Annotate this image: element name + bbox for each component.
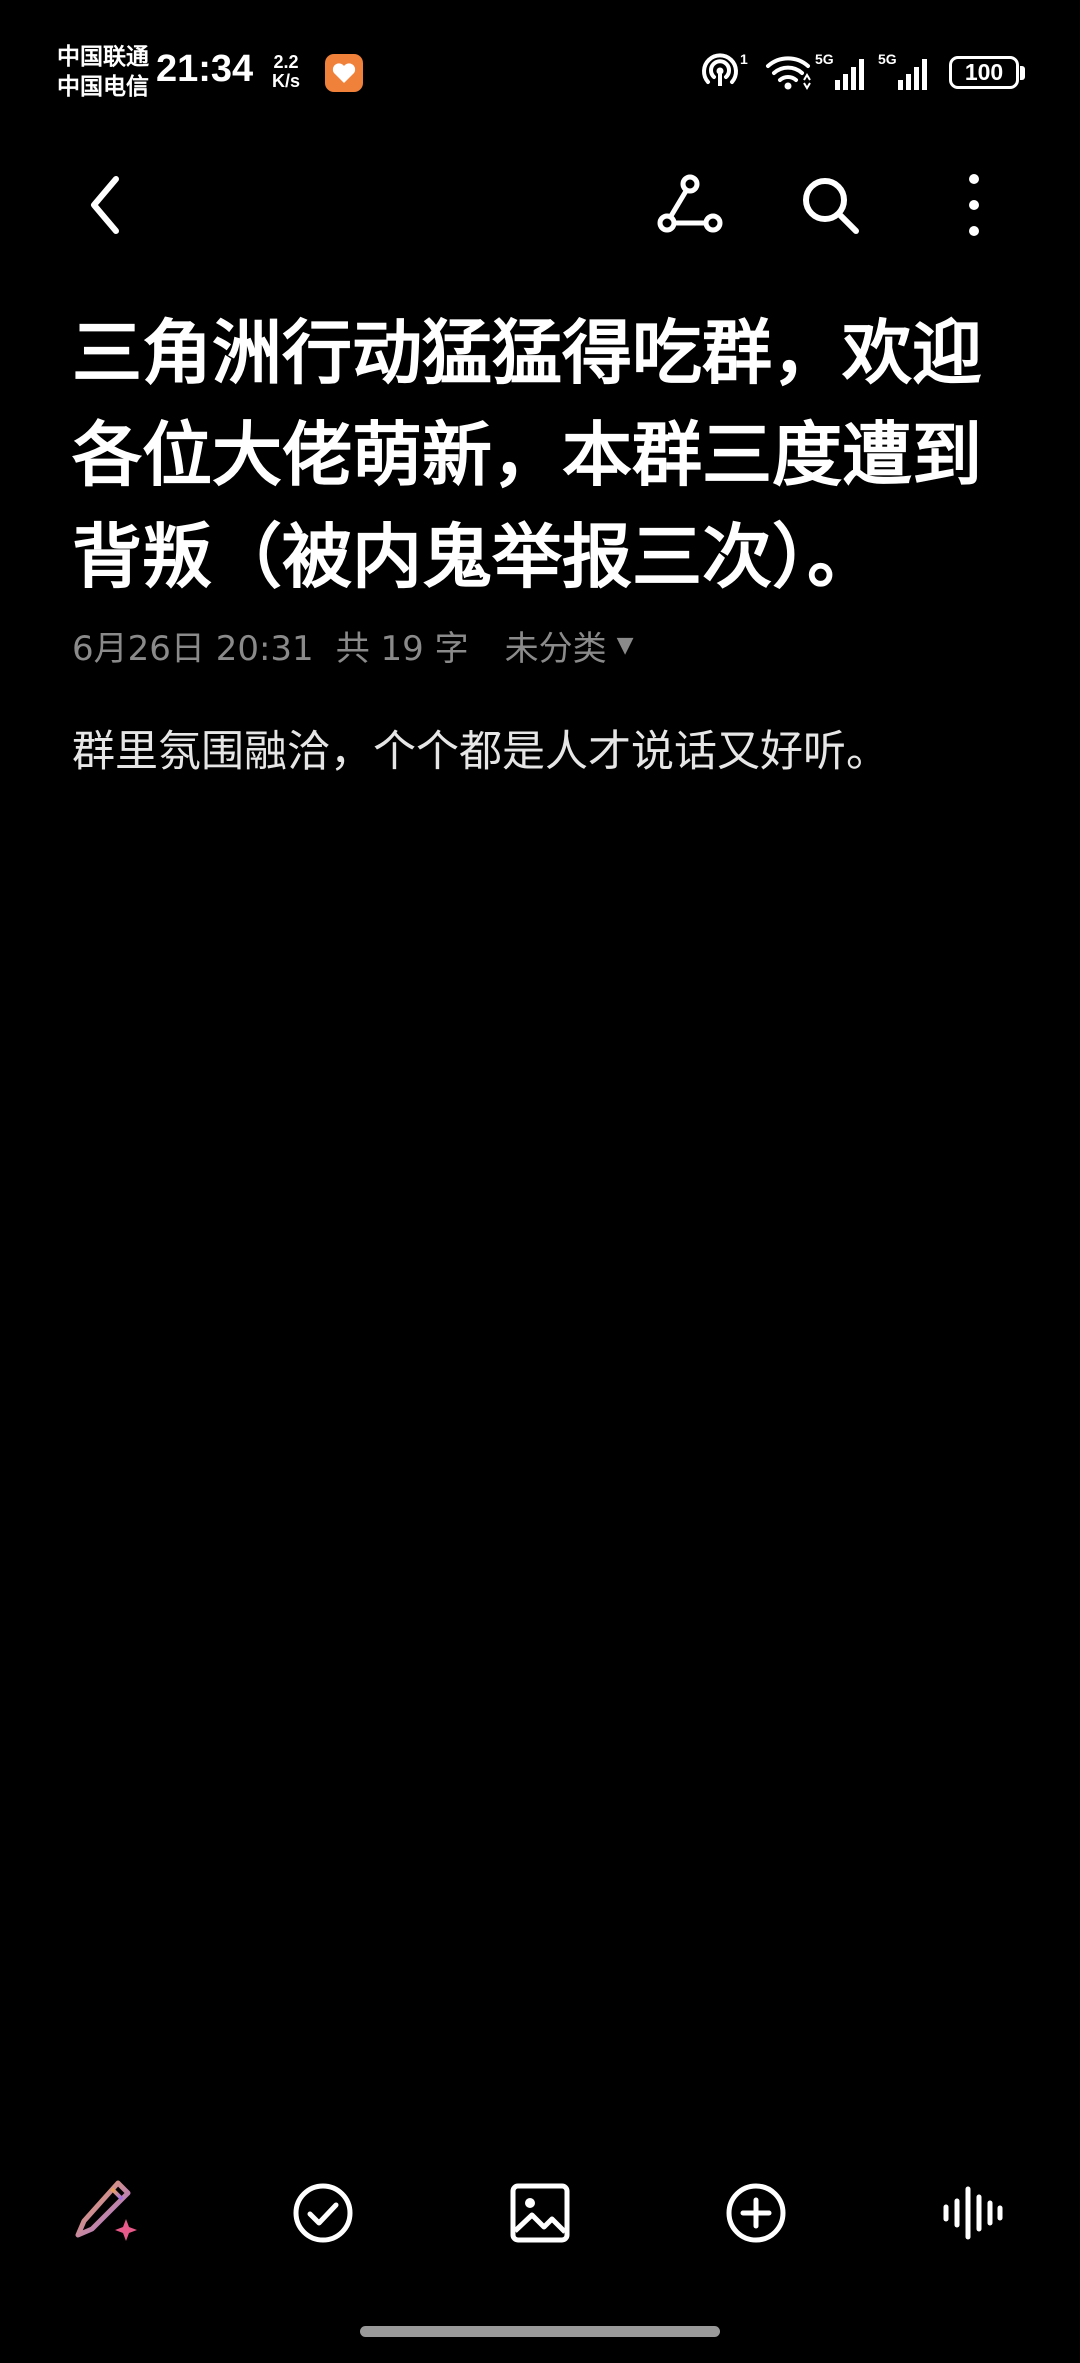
wifi-icon: [766, 56, 811, 90]
status-clock: 21:34: [156, 48, 254, 90]
carrier-1: 中国联通: [57, 44, 149, 70]
network-speed-value: 2.2: [273, 52, 299, 72]
home-indicator[interactable]: [360, 2326, 720, 2337]
caret-down-icon: ▼: [616, 632, 634, 658]
word-count: 共 19 字: [335, 628, 469, 669]
note-title[interactable]: 三角洲行动猛猛得吃群，欢迎各位大佬萌新，本群三度遭到背叛（被内鬼举报三次）。: [72, 302, 1012, 608]
insert-image-button[interactable]: [502, 2175, 578, 2251]
status-bar: 中国联通 中国电信 21:34 2.2 K/s 1 5G 5G 100: [0, 0, 1080, 140]
note-body[interactable]: 群里氛围融洽，个个都是人才说话又好听。: [72, 722, 1012, 782]
category-label: 未分类: [504, 628, 607, 669]
share-button[interactable]: [650, 165, 730, 245]
network-speed-unit: K/s: [272, 71, 301, 91]
hotspot-count: 1: [740, 51, 748, 67]
search-icon: [803, 178, 859, 234]
add-button[interactable]: [718, 2175, 794, 2251]
back-button[interactable]: [66, 165, 146, 245]
back-arrow-icon: [91, 176, 119, 234]
ai-pen-button[interactable]: [70, 2175, 146, 2251]
more-options-button[interactable]: [934, 165, 1014, 245]
ai-pen-icon: [75, 2180, 137, 2241]
app-notification-icon: [325, 54, 363, 92]
hotspot-icon: 1: [702, 51, 748, 86]
carrier-2: 中国电信: [57, 74, 149, 100]
voice-wave-icon: [943, 2186, 1003, 2240]
battery-tip: [1020, 66, 1025, 80]
more-vertical-icon: [969, 174, 979, 236]
carrier-names: 中国联通 中国电信: [57, 42, 149, 102]
signal-2-label: 5G: [878, 51, 897, 67]
battery-icon: 100: [949, 56, 1019, 89]
checklist-button[interactable]: [285, 2175, 361, 2251]
add-circle-icon: [726, 2183, 786, 2243]
note-date: 6月26日 20:31: [72, 628, 314, 669]
voice-input-button[interactable]: [934, 2175, 1010, 2251]
battery-level: 100: [964, 59, 1004, 85]
search-button[interactable]: [790, 165, 870, 245]
checklist-icon: [293, 2183, 353, 2243]
share-graph-icon: [657, 174, 723, 233]
network-speed: 2.2 K/s: [272, 53, 300, 91]
signal-5g-icon: 5G: [815, 51, 864, 90]
image-icon: [510, 2183, 570, 2243]
signal-5g-icon: 5G: [878, 51, 927, 90]
signal-1-label: 5G: [815, 51, 834, 67]
note-meta: 6月26日 20:31 共 19 字 未分类 ▼: [72, 620, 634, 670]
category-dropdown[interactable]: 未分类 ▼: [505, 621, 634, 670]
